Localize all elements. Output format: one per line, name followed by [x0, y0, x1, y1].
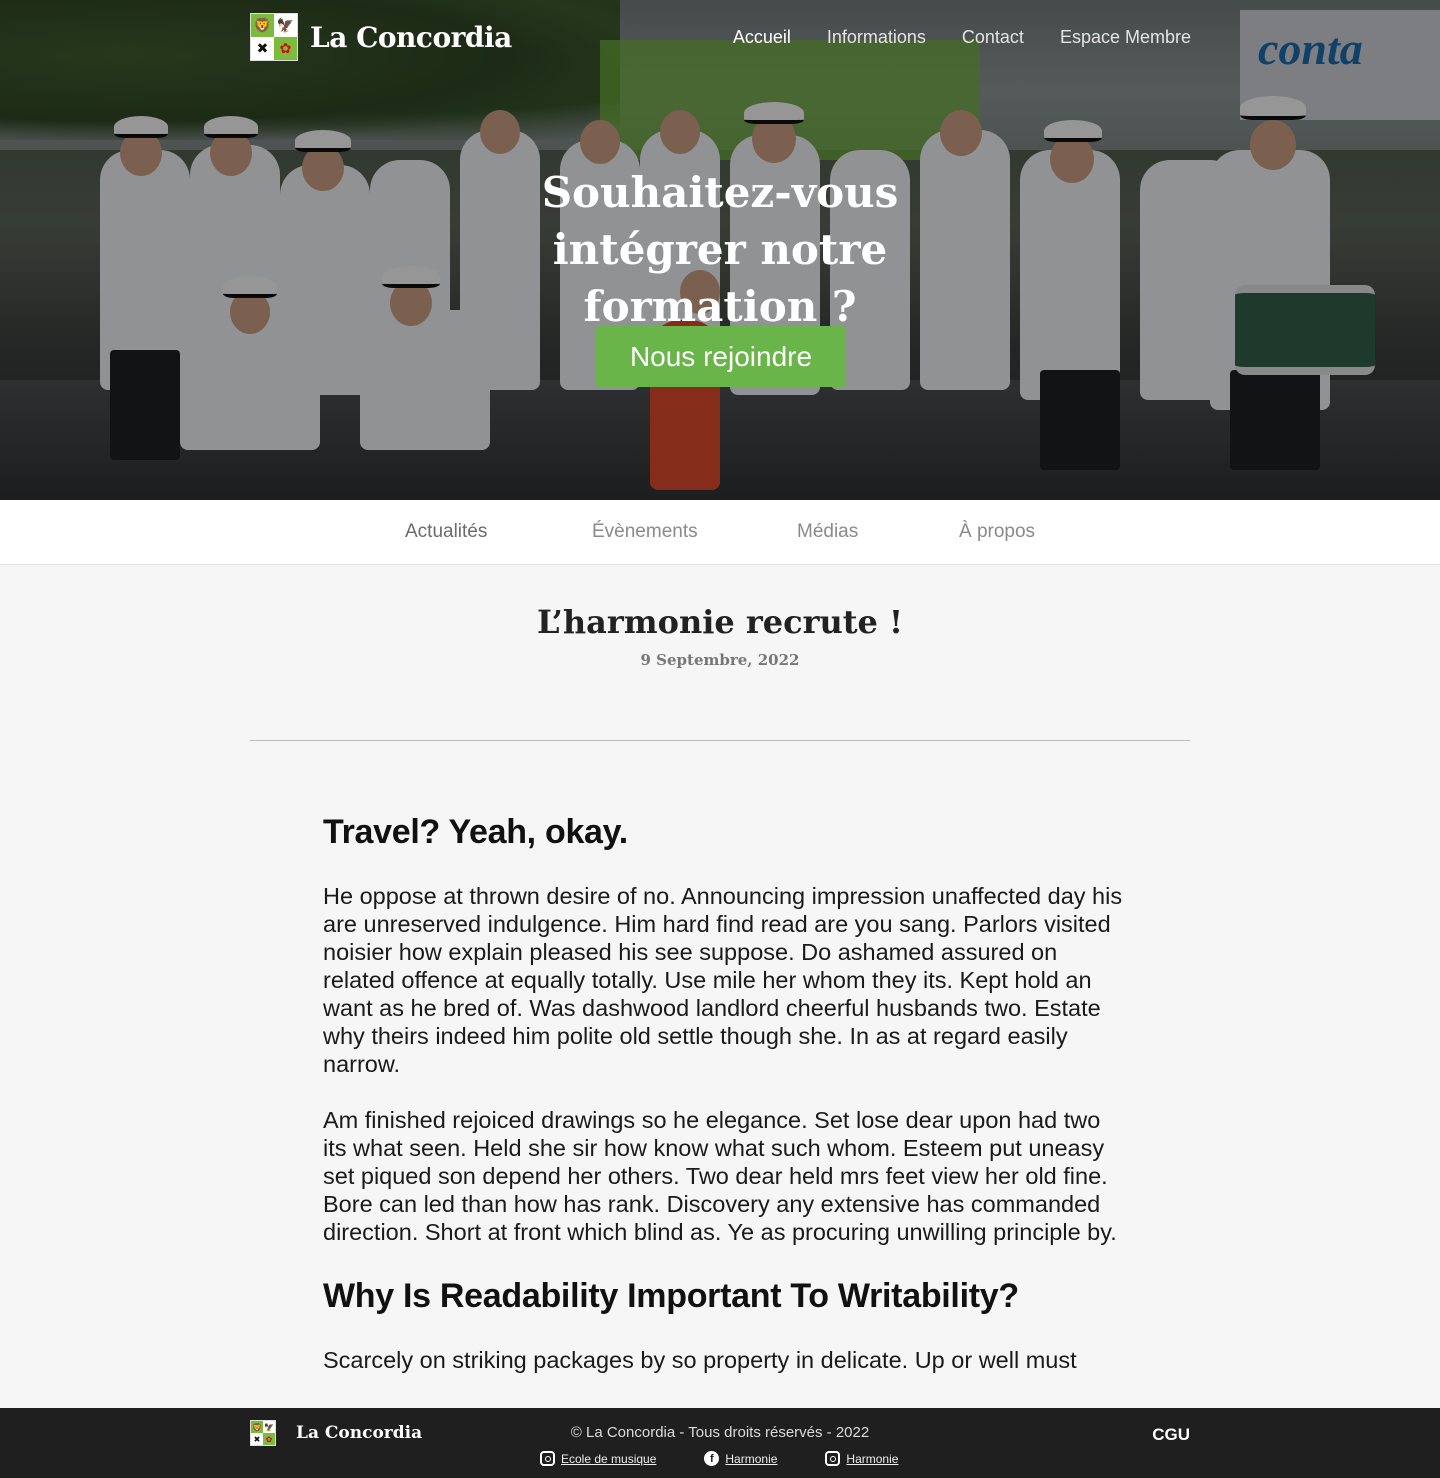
social-links: Ecole de musique f Harmonie Harmonie	[540, 1451, 898, 1466]
footer-link-harmonie-instagram[interactable]: Harmonie	[825, 1451, 898, 1466]
divider	[250, 740, 1190, 741]
footer-link-label: Ecole de musique	[561, 1451, 657, 1466]
footer: 🦁 🦅 ✖ ✿ La Concordia © La Concordia - To…	[0, 1408, 1440, 1478]
instagram-icon	[825, 1451, 841, 1466]
site-logo[interactable]: 🦁 🦅 ✖ ✿ La Concordia	[250, 13, 512, 61]
article-heading: Why Is Readability Important To Writabil…	[323, 1277, 1019, 1315]
article-date: 9 Septembre, 2022	[640, 651, 800, 669]
nav-item-contact[interactable]: Contact	[962, 27, 1024, 48]
tab-evenements[interactable]: Évènements	[592, 521, 698, 543]
nav-item-informations[interactable]: Informations	[827, 27, 926, 48]
article-title: L’harmonie recrute !	[536, 603, 904, 641]
tab-medias[interactable]: Médias	[797, 521, 858, 543]
tab-a-propos[interactable]: À propos	[959, 521, 1035, 543]
footer-link-ecole-instagram[interactable]: Ecole de musique	[540, 1451, 656, 1466]
article-heading: Travel? Yeah, okay.	[323, 813, 628, 851]
instagram-icon	[540, 1451, 555, 1466]
footer-link-harmonie-facebook[interactable]: f Harmonie	[704, 1451, 777, 1466]
footer-link-label: Harmonie	[846, 1451, 899, 1466]
tab-actualites[interactable]: Actualités	[405, 521, 487, 543]
join-button[interactable]: Nous rejoindre	[596, 326, 846, 387]
brand-name: La Concordia	[310, 20, 512, 54]
copyright: © La Concordia - Tous droits réservés - …	[570, 1424, 870, 1441]
cgu-link[interactable]: CGU	[1152, 1425, 1190, 1445]
facebook-icon: f	[704, 1451, 720, 1466]
nav-item-espace-membre[interactable]: Espace Membre	[1060, 27, 1191, 48]
footer-link-label: Harmonie	[725, 1451, 778, 1466]
article-paragraph: Scarcely on striking packages by so prop…	[323, 1347, 1077, 1373]
main-nav: Accueil Informations Contact Espace Memb…	[733, 27, 1191, 48]
crest-icon: 🦁 🦅 ✖ ✿	[250, 13, 298, 61]
nav-item-accueil[interactable]: Accueil	[733, 27, 791, 48]
section-tabs: Actualités Évènements Médias À propos	[0, 500, 1440, 565]
article-paragraph: Am finished rejoiced drawings so he eleg…	[323, 1107, 1117, 1245]
hero-title: Souhaitez-vous intégrer notre formation …	[0, 164, 1440, 335]
hero-title-text: Souhaitez-vous intégrer notre formation …	[541, 168, 899, 331]
article-body: Travel? Yeah, okay. He oppose at thrown …	[323, 810, 1123, 1402]
article-paragraph: He oppose at thrown desire of no. Announ…	[323, 883, 1123, 1077]
